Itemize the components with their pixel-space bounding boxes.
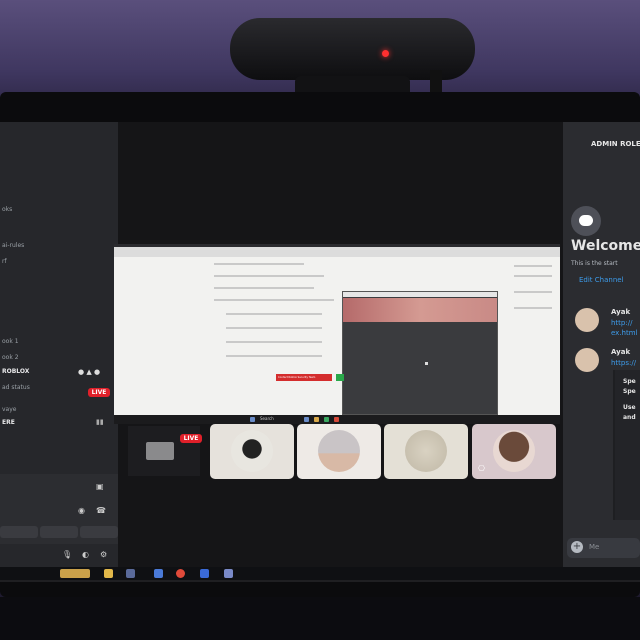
embed-line: and (623, 414, 636, 421)
text-line (214, 299, 334, 301)
embed-line: Use (623, 404, 636, 411)
taskbar-app-icon[interactable] (200, 569, 209, 578)
link-embed: Spe Spe Use and (613, 370, 640, 520)
popup-window[interactable] (342, 291, 498, 415)
participant-tile[interactable]: ⎔ (472, 424, 556, 479)
message-author[interactable]: Ayak (611, 308, 630, 316)
user-tag: ERE (2, 419, 15, 426)
message-author[interactable]: Ayak (611, 348, 630, 356)
chat-icon[interactable]: ▣ (96, 482, 104, 491)
game-controller-icon: ⎔ (478, 464, 485, 473)
chrome-icon[interactable] (176, 569, 185, 578)
embed-line: Spe (623, 388, 636, 395)
text-line (514, 291, 552, 293)
taskbar-app-icon[interactable] (154, 569, 163, 578)
text-line (514, 307, 552, 309)
popup-header-image (343, 298, 497, 322)
contact-button[interactable]: Contact Roblox Security Team (276, 374, 332, 381)
voice-status: ad status (2, 384, 30, 391)
webcam-indicator-light (382, 50, 389, 57)
channel-item[interactable]: rf (2, 258, 7, 265)
channel-header: ADMIN ROLE (591, 140, 640, 148)
channel-item[interactable]: oks (2, 206, 12, 213)
live-badge: LIVE (180, 434, 202, 443)
text-line (214, 263, 304, 265)
participant-tile[interactable] (210, 424, 294, 479)
live-badge: LIVE (88, 388, 110, 397)
voice-channel-name[interactable]: ROBLOX (2, 368, 29, 375)
voice-controls-panel: ▣ ◉ ☎ (0, 474, 118, 544)
camera-icon[interactable]: ◉ (78, 506, 85, 515)
settings-icon[interactable]: ⚙ (100, 550, 107, 559)
text-line (226, 313, 322, 315)
screen-share-stream[interactable]: Contact Roblox Security Team Search (114, 244, 560, 424)
voice-user[interactable]: vaye (2, 406, 16, 413)
welcome-title: Welcome (571, 238, 640, 254)
activity-button[interactable] (80, 526, 118, 538)
message-link[interactable]: http:// (611, 319, 632, 327)
popup-title-bar (343, 292, 497, 297)
file-explorer-icon[interactable] (104, 569, 113, 578)
monitor-icon (146, 442, 174, 460)
video-button[interactable] (0, 526, 38, 538)
taskbar-app-icon[interactable] (60, 569, 90, 578)
search-label: Search (260, 416, 274, 421)
input-placeholder: Me (589, 543, 600, 551)
message-input[interactable]: + Me (567, 538, 640, 558)
avatar (493, 430, 535, 472)
avatar (318, 430, 360, 472)
text-line (214, 275, 324, 277)
taskbar-app-icon[interactable] (126, 569, 135, 578)
message-link[interactable]: https:// (611, 359, 636, 367)
app-icon (334, 417, 339, 422)
taskbar-app-icon[interactable] (224, 569, 233, 578)
channel-sidebar: oks ai-rules rf ook 1 ook 2 ROBLOX ● ▲ ●… (0, 122, 118, 577)
avatar (231, 430, 273, 472)
text-line (226, 355, 322, 357)
participant-tile[interactable] (384, 424, 468, 479)
text-line (514, 265, 552, 267)
message-link[interactable]: ex.html (611, 329, 638, 337)
welcome-subtitle: This is the start (571, 260, 618, 267)
start-icon (250, 417, 255, 422)
windows-taskbar (0, 567, 640, 580)
channel-item[interactable]: ai-rules (2, 242, 24, 249)
desk-surface (0, 597, 640, 640)
add-attachment-icon[interactable]: + (571, 541, 583, 553)
text-line (514, 275, 552, 277)
channel-item[interactable]: ook 2 (2, 354, 19, 361)
chat-bubble-icon (579, 215, 593, 226)
channel-action-icons: ▮▮ (96, 418, 104, 426)
channel-icon (571, 206, 601, 236)
folder-icon (314, 417, 319, 422)
edit-channel-link[interactable]: Edit Channel (579, 276, 624, 284)
avatar (575, 308, 599, 332)
voice-channel-icons: ● ▲ ● (78, 368, 101, 376)
webcam-clip (430, 70, 442, 94)
disconnect-icon[interactable]: ☎ (96, 506, 106, 515)
text-line (226, 327, 322, 329)
monitor-screen: oks ai-rules rf ook 1 ook 2 ROBLOX ● ▲ ●… (0, 122, 640, 582)
avatar (575, 348, 599, 372)
stream-taskbar: Search (114, 415, 560, 424)
app-icon (324, 417, 329, 422)
chat-panel: ADMIN ROLE Welcome This is the start Edi… (563, 122, 640, 577)
mouse-cursor (425, 362, 428, 365)
avatar (405, 430, 447, 472)
browser-tab-bar (114, 247, 560, 257)
channel-item[interactable]: ook 1 (2, 338, 19, 345)
text-line (214, 287, 314, 289)
text-line (226, 341, 322, 343)
app-icon (304, 417, 309, 422)
participant-tile[interactable] (297, 424, 381, 479)
microphone-icon[interactable]: 🎙 (62, 550, 72, 559)
share-screen-button[interactable] (40, 526, 78, 538)
embed-line: Spe (623, 378, 636, 385)
headphones-icon[interactable]: ◐ (82, 550, 89, 559)
confirm-button[interactable] (336, 374, 344, 381)
